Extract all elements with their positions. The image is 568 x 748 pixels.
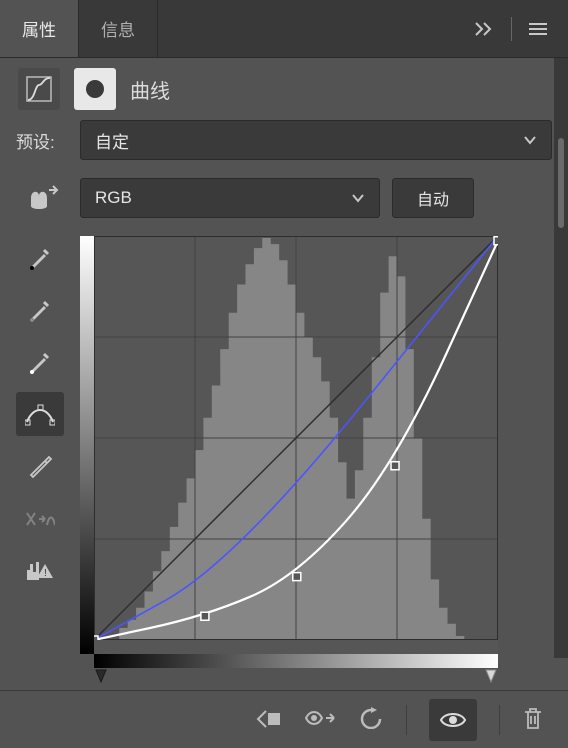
preset-select[interactable]: 自定 [80,120,552,160]
auto-button-label: 自动 [417,186,449,210]
black-point-slider[interactable] [96,670,106,682]
divider [511,17,512,41]
preset-label: 预设: [16,128,68,153]
sub-header: 曲线 [0,58,568,120]
tool-column: ! [16,236,68,654]
tab-info-label: 信息 [101,16,135,41]
curves-graph[interactable] [80,236,552,654]
panel-title: 曲线 [130,75,170,104]
pencil-tool-icon[interactable] [16,444,64,488]
tab-info[interactable]: 信息 [79,0,158,57]
channel-value: RGB [95,188,132,208]
chevron-down-icon [523,130,537,150]
white-point-slider[interactable] [486,670,496,682]
smooth-tool-icon[interactable] [16,496,64,540]
visibility-toggle-icon[interactable] [429,699,477,741]
eyedropper-black-icon[interactable] [16,236,64,280]
view-previous-icon[interactable] [304,708,336,731]
tab-bar: 属性 信息 [0,0,568,58]
scrollbar[interactable] [554,58,568,658]
divider [499,705,500,735]
input-slider-track[interactable] [94,668,498,686]
divider [406,705,407,735]
mask-icon[interactable] [74,68,116,110]
svg-text:!: ! [44,568,47,579]
eyedropper-white-icon[interactable] [16,340,64,384]
clip-to-layer-icon[interactable] [256,707,282,732]
collapse-icon[interactable] [473,17,497,41]
preset-value: 自定 [95,128,129,153]
tab-properties[interactable]: 属性 [0,0,79,57]
target-adjust-icon[interactable] [16,184,68,212]
delete-icon[interactable] [522,706,544,733]
scroll-thumb[interactable] [558,138,564,228]
curves-adjustment-icon[interactable] [18,68,60,110]
reset-icon[interactable] [358,707,384,732]
histogram-warning-icon[interactable]: ! [16,548,64,592]
tab-properties-label: 属性 [22,16,56,41]
panel-menu-icon[interactable] [526,17,550,41]
footer [0,690,568,748]
eyedropper-gray-icon[interactable] [16,288,64,332]
input-gradient [94,654,498,668]
curve-direct-tool-icon[interactable] [16,392,64,436]
output-gradient [80,236,94,654]
channel-select[interactable]: RGB [80,178,380,218]
auto-button[interactable]: 自动 [392,178,474,218]
channel-row: RGB 自动 [16,178,552,218]
preset-row: 预设: 自定 [16,120,552,160]
chevron-down-icon [351,188,365,208]
